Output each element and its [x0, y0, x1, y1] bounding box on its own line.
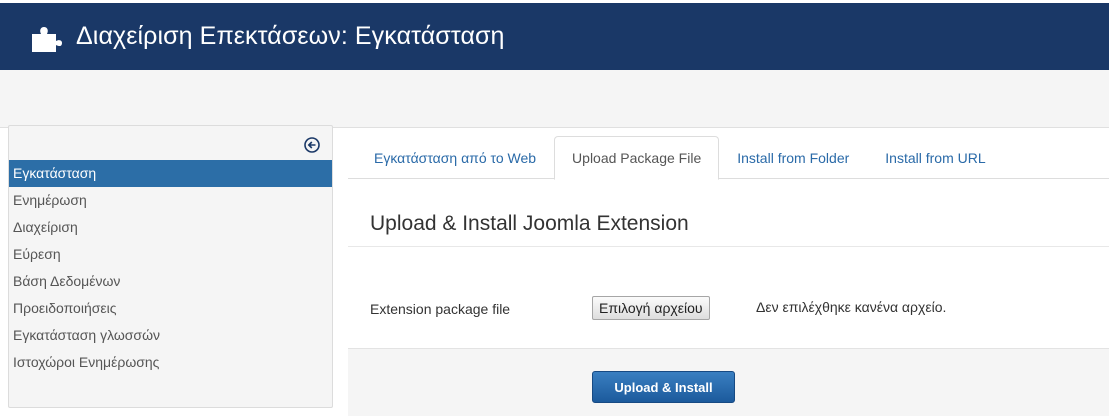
tab-install-from-url[interactable]: Install from URL — [867, 136, 1003, 179]
install-tabs: Εγκατάσταση από το Web Upload Package Fi… — [348, 136, 1109, 180]
collapse-left-icon[interactable] — [304, 137, 320, 153]
page-header: Διαχείριση Επεκτάσεων: Εγκατάσταση — [0, 0, 1109, 70]
sidebar-item-manage[interactable]: Διαχείριση — [9, 214, 332, 241]
sidebar-item-update-sites[interactable]: Ιστοχώροι Ενημέρωσης — [9, 349, 332, 376]
sidebar: Εγκατάσταση Ενημέρωση Διαχείριση Εύρεση … — [8, 125, 333, 408]
sidebar-item-update[interactable]: Ενημέρωση — [9, 187, 332, 214]
sidebar-menu: Εγκατάσταση Ενημέρωση Διαχείριση Εύρεση … — [9, 160, 332, 376]
page-title: Διαχείριση Επεκτάσεων: Εγκατάσταση — [76, 22, 505, 50]
upload-install-button[interactable]: Upload & Install — [592, 371, 735, 403]
tab-upload-package-file[interactable]: Upload Package File — [554, 136, 720, 180]
heading-divider — [348, 246, 1109, 247]
sidebar-item-database[interactable]: Βάση Δεδομένων — [9, 268, 332, 295]
tab-install-from-folder[interactable]: Install from Folder — [719, 136, 867, 179]
sidebar-item-discover[interactable]: Εύρεση — [9, 241, 332, 268]
sidebar-item-install-languages[interactable]: Εγκατάσταση γλωσσών — [9, 322, 332, 349]
form-actions: Upload & Install — [348, 348, 1109, 416]
file-status-text: Δεν επιλέχθηκε κανένα αρχείο. — [756, 299, 947, 315]
sidebar-item-install[interactable]: Εγκατάσταση — [9, 160, 332, 187]
choose-file-button[interactable]: Επιλογή αρχείου — [592, 296, 710, 320]
puzzle-icon — [32, 26, 62, 52]
section-heading: Upload & Install Joomla Extension — [370, 212, 689, 235]
sidebar-item-warnings[interactable]: Προειδοποιήσεις — [9, 295, 332, 322]
package-file-label: Extension package file — [370, 301, 511, 317]
toolbar — [0, 70, 1109, 128]
main-content: Εγκατάσταση από το Web Upload Package Fi… — [348, 128, 1109, 416]
package-file-row: Extension package file Επιλογή αρχείου Δ… — [370, 296, 1109, 322]
tab-install-from-web[interactable]: Εγκατάσταση από το Web — [356, 136, 554, 179]
